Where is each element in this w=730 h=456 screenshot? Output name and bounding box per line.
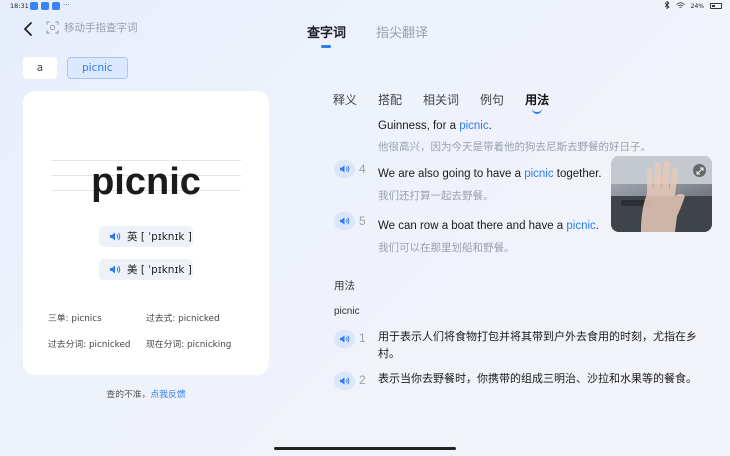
- status-time: 18:31: [10, 2, 29, 10]
- usage-word: picnic: [334, 306, 360, 317]
- example-body: We can row a boat there and have a picni…: [378, 214, 638, 255]
- usage-speaker-button[interactable]: [334, 372, 355, 390]
- usage-speaker-button[interactable]: [334, 330, 355, 348]
- word-form-row: 三单: picnics 过去式: picnicked: [48, 311, 231, 324]
- chevron-left-icon: [24, 22, 32, 36]
- scan-mode-label: 移动手指查字词: [64, 22, 138, 34]
- word-forms: 三单: picnics 过去式: picnicked 过去分词: picnick…: [48, 311, 231, 363]
- speaker-icon: [339, 377, 350, 385]
- example-body: We are also going to have a picnic toget…: [378, 162, 608, 203]
- scan-icon: [46, 21, 59, 34]
- tab-finger-translate[interactable]: 指尖翻译: [376, 22, 428, 41]
- example-speaker-button[interactable]: [334, 212, 355, 230]
- speaker-icon: [339, 335, 350, 343]
- back-button[interactable]: [18, 18, 38, 40]
- speaker-icon: [339, 217, 350, 225]
- tab-lookup-word[interactable]: 查字词: [307, 22, 346, 48]
- pron-uk-text: 英 [ ˈpɪknɪk ]: [127, 231, 192, 243]
- speaker-icon: [110, 265, 121, 274]
- bluetooth-icon: [664, 0, 670, 11]
- pron-us-text: 美 [ ˈpɪknɪk ]: [127, 264, 192, 276]
- example-cn: 他很高兴，因为今天是带着他的狗去尼斯去野餐的好日子。: [378, 141, 651, 153]
- usage-number: 1: [359, 331, 366, 345]
- usage-title: 用法: [334, 280, 355, 292]
- word-form-row: 过去分词: picnicked 现在分词: picnicking: [48, 337, 231, 350]
- headword: picnic: [91, 161, 201, 203]
- app-notification-icon: [41, 2, 49, 10]
- battery-level: 24%: [690, 2, 704, 10]
- more-notifications-icon: ···: [63, 1, 70, 9]
- usage-text: 用于表示人们将食物打包并将其带到户外去食用的时刻，尤指在乡村。: [378, 330, 697, 360]
- tab-definition[interactable]: 释义: [333, 91, 357, 108]
- tab-examples[interactable]: 例句: [480, 91, 504, 108]
- example-en: We are also going to have a picnic toget…: [378, 168, 602, 180]
- form-past-tense: 过去式: picnicked: [146, 314, 220, 324]
- example-number: 4: [359, 162, 366, 176]
- pron-uk-button[interactable]: 英 [ ˈpɪknɪk ]: [99, 226, 193, 247]
- home-indicator[interactable]: [274, 447, 456, 450]
- pron-us-button[interactable]: 美 [ ˈpɪknɪk ]: [99, 259, 193, 280]
- tab-related-words[interactable]: 相关词: [423, 91, 459, 108]
- tab-collocation[interactable]: 搭配: [378, 91, 402, 108]
- example-en: Guinness, for a picnic.: [378, 120, 492, 132]
- app-notification-icon: [30, 2, 38, 10]
- status-app-icons: ···: [30, 2, 70, 10]
- sub-tabs: 释义 搭配 相关词 例句 用法: [333, 91, 549, 114]
- usage-number: 2: [359, 373, 366, 387]
- feedback-link[interactable]: 点我反馈: [150, 390, 185, 400]
- feedback: 查的不准，点我反馈: [0, 387, 292, 400]
- example-speaker-button[interactable]: [334, 160, 355, 178]
- status-bar: 18:31 ··· 24%: [0, 0, 730, 12]
- camera-preview[interactable]: [611, 156, 712, 232]
- status-right: 24%: [664, 0, 722, 11]
- top-tabs: 查字词 指尖翻译: [307, 22, 428, 48]
- usage-text: 表示当你去野餐时，你携带的组成三明治、沙拉和水果等的餐食。: [378, 372, 697, 385]
- tab-usage[interactable]: 用法: [525, 91, 549, 114]
- expand-icon[interactable]: [693, 164, 706, 177]
- feedback-text: 查的不准，: [106, 390, 151, 400]
- wifi-icon: [675, 1, 685, 11]
- form-past-participle: 过去分词: picnicked: [48, 340, 131, 350]
- example-cn: 我们可以在那里划船和野餐。: [378, 242, 515, 254]
- speaker-icon: [110, 232, 121, 241]
- example-body: Guinness, for a picnic. 他很高兴，因为今天是带着他的狗去…: [378, 114, 651, 154]
- word-chip-selected[interactable]: picnic: [67, 57, 128, 79]
- scan-mode-toggle[interactable]: 移动手指查字词: [46, 20, 138, 35]
- word-chips: a picnic: [23, 57, 128, 79]
- app-notification-icon: [52, 2, 60, 10]
- form-third-person: 三单: picnics: [48, 314, 102, 324]
- form-present-participle: 现在分词: picnicking: [146, 340, 232, 350]
- example-cn: 我们还打算一起去野餐。: [378, 190, 494, 202]
- speaker-icon: [339, 165, 350, 173]
- example-number: 5: [359, 214, 366, 228]
- example-en: We can row a boat there and have a picni…: [378, 220, 599, 232]
- word-card: picnic 英 [ ˈpɪknɪk ] 美 [ ˈpɪknɪk ] 三单: p…: [23, 91, 269, 375]
- battery-icon: [710, 3, 722, 9]
- word-chip[interactable]: a: [23, 57, 57, 79]
